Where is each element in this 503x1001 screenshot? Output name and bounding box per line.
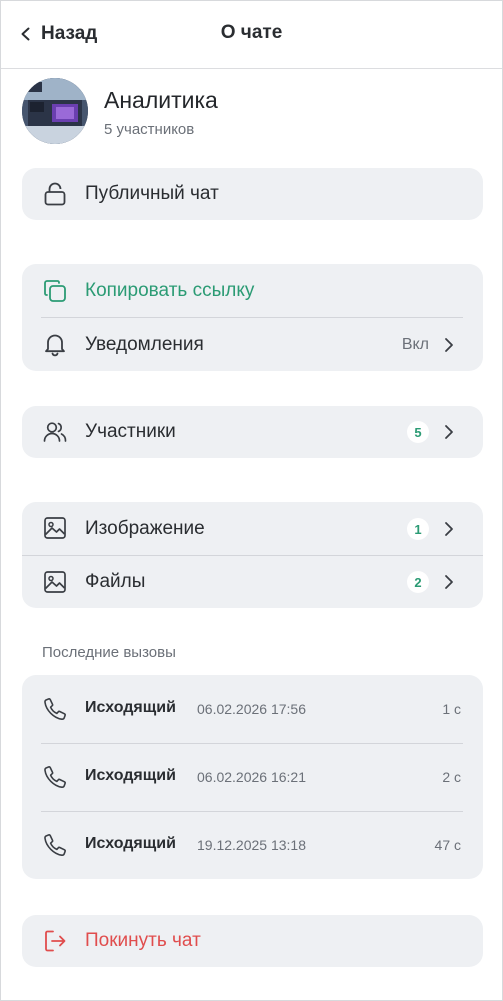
logout-icon bbox=[42, 928, 68, 954]
chevron-right-icon bbox=[445, 425, 453, 439]
notifications-value: Вкл bbox=[401, 335, 429, 353]
call-time: 06.02.2026 16:21 bbox=[197, 769, 306, 785]
images-label: Изображение bbox=[85, 517, 205, 539]
files-row[interactable]: Файлы 2 bbox=[22, 556, 483, 608]
members-count: 5 участников bbox=[104, 121, 195, 138]
phone-icon bbox=[42, 696, 68, 722]
image-icon bbox=[42, 515, 68, 541]
leave-chat-label: Покинуть чат bbox=[85, 930, 201, 951]
participants-row[interactable]: Участники 5 bbox=[22, 406, 483, 458]
chevron-right-icon bbox=[445, 575, 453, 589]
bell-icon bbox=[42, 331, 68, 357]
avatar[interactable] bbox=[22, 78, 88, 144]
call-type: Исходящий bbox=[85, 767, 176, 784]
public-chat-row[interactable]: Публичный чат bbox=[22, 168, 483, 220]
leave-chat-button[interactable]: Покинуть чат bbox=[22, 915, 483, 967]
page-title: О чате bbox=[220, 22, 283, 43]
call-time: 06.02.2026 17:56 bbox=[197, 701, 306, 717]
call-item[interactable]: Исходящий 19.12.2025 13:18 47 с bbox=[22, 811, 483, 879]
call-duration: 47 с bbox=[434, 837, 461, 853]
participants-label: Участники bbox=[85, 421, 176, 442]
images-count-badge: 1 bbox=[407, 518, 429, 540]
phone-icon bbox=[42, 832, 68, 858]
recent-calls-heading: Последние вызовы bbox=[42, 644, 176, 661]
recent-calls-card: Исходящий 06.02.2026 17:56 1 с Исходящий… bbox=[22, 675, 483, 879]
chevron-right-icon bbox=[445, 521, 453, 536]
top-bar: Назад О чате bbox=[1, 1, 502, 69]
public-chat-card: Публичный чат bbox=[22, 168, 483, 220]
phone-icon bbox=[42, 764, 68, 790]
call-duration: 2 с bbox=[442, 769, 461, 785]
avatar-image bbox=[22, 78, 88, 144]
call-type: Исходящий bbox=[85, 835, 176, 852]
chat-profile: Аналитика 5 участников bbox=[22, 78, 482, 146]
call-time: 19.12.2025 13:18 bbox=[197, 837, 306, 853]
image-icon bbox=[42, 569, 68, 595]
participants-count-badge: 5 bbox=[407, 421, 429, 443]
images-row[interactable]: Изображение 1 bbox=[22, 502, 483, 555]
users-icon bbox=[42, 419, 68, 445]
link-settings-card: Копировать ссылку Уведомления Вкл bbox=[22, 264, 483, 371]
files-label: Файлы bbox=[85, 571, 146, 592]
call-item[interactable]: Исходящий 06.02.2026 16:21 2 с bbox=[22, 743, 483, 811]
call-type: Исходящий bbox=[85, 699, 176, 716]
media-card: Изображение 1 Файлы 2 bbox=[22, 502, 483, 608]
chat-name: Аналитика bbox=[104, 87, 218, 113]
public-chat-label: Публичный чат bbox=[85, 183, 219, 204]
participants-card: Участники 5 bbox=[22, 406, 483, 458]
call-duration: 1 с bbox=[442, 701, 461, 717]
leave-chat-card: Покинуть чат bbox=[22, 915, 483, 967]
notifications-row[interactable]: Уведомления Вкл bbox=[22, 318, 483, 371]
call-item[interactable]: Исходящий 06.02.2026 17:56 1 с bbox=[22, 675, 483, 743]
copy-link-button[interactable]: Копировать ссылку bbox=[22, 264, 483, 318]
chevron-right-icon bbox=[445, 337, 453, 352]
copy-icon bbox=[42, 278, 68, 304]
chat-info-screen: Назад О чате Аналитика 5 участников Публ… bbox=[0, 0, 503, 1001]
copy-link-label: Копировать ссылку bbox=[85, 280, 255, 301]
notifications-label: Уведомления bbox=[85, 333, 204, 355]
lock-icon bbox=[42, 181, 68, 207]
files-count-badge: 2 bbox=[407, 571, 429, 593]
